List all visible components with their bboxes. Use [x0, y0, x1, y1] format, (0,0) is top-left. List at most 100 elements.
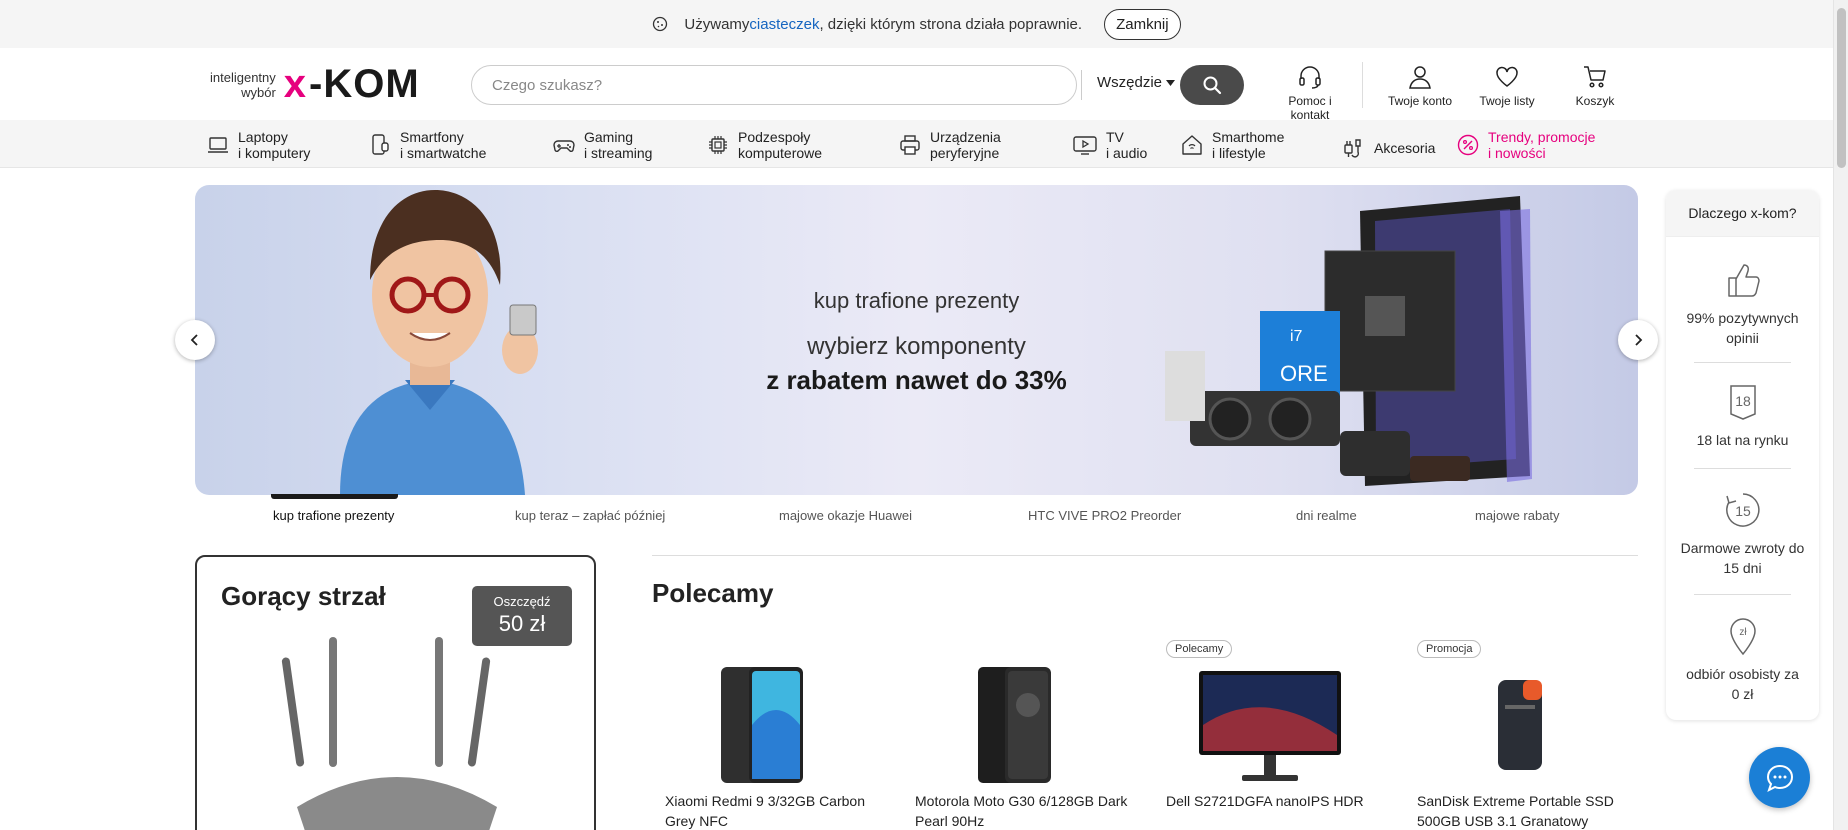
- product-image: [903, 665, 1133, 785]
- nav-item-smartphones[interactable]: Smartfony i smartwatche: [368, 129, 486, 161]
- category-nav: Laptopy i komputery Smartfony i smartwatch…: [0, 120, 1833, 168]
- nav-item-trends[interactable]: Trendy, promocje i nowości: [1456, 129, 1595, 161]
- logo[interactable]: inteligentny wybór x -KOM: [210, 62, 420, 107]
- why-item-text: 99% pozytywnych opinii: [1686, 310, 1799, 346]
- search-placeholder: Czego szukasz?: [492, 77, 603, 94]
- why-item: 15 Darmowe zwroty do 15 dni: [1666, 490, 1819, 578]
- badge-18-icon: 18: [1666, 382, 1819, 422]
- chat-bubble-icon: [1765, 763, 1795, 793]
- nav-item-peripherals[interactable]: Urządzenia peryferyjne: [898, 129, 1001, 161]
- banner-tab[interactable]: HTC VIVE PRO2 Preorder: [1028, 508, 1181, 523]
- cpu-icon: [706, 133, 738, 157]
- product-badge: Polecamy: [1166, 640, 1233, 658]
- logo-tagline: inteligentny wybór: [210, 70, 276, 100]
- banner-tab[interactable]: majowe okazje Huawei: [779, 508, 912, 523]
- gamepad-icon: [552, 133, 584, 157]
- search-button[interactable]: [1180, 65, 1244, 105]
- cookie-bar: Używamy ciasteczek, dzięki którym strona…: [0, 0, 1833, 48]
- search-scope-label: Wszędzie: [1097, 74, 1163, 91]
- logo-tagline-line2: wybór: [241, 84, 276, 100]
- nav-label: Akcesoria: [1374, 140, 1436, 156]
- printer-icon: [898, 133, 930, 157]
- page-scrollbar[interactable]: [1833, 0, 1848, 830]
- hero-prev-button[interactable]: [175, 320, 215, 360]
- cookie-close-button[interactable]: Zamknij: [1104, 8, 1181, 40]
- lists-link[interactable]: Twoje listy: [1467, 64, 1547, 108]
- search-input[interactable]: Czego szukasz?: [471, 65, 1077, 105]
- svg-text:zł: zł: [1739, 627, 1747, 638]
- cookie-link[interactable]: ciasteczek: [749, 16, 819, 33]
- svg-text:15: 15: [1735, 503, 1751, 519]
- cart-label: Koszyk: [1575, 94, 1615, 108]
- cart-link[interactable]: Koszyk: [1555, 64, 1635, 108]
- product-name: Xiaomi Redmi 9 3/32GB Carbon Grey NFC: [665, 793, 865, 829]
- logo-tagline-line1: inteligentny: [210, 69, 276, 85]
- nav-item-tv-audio[interactable]: TV i audio: [1072, 129, 1147, 161]
- recommended-title: Polecamy: [652, 578, 774, 608]
- hero-banner[interactable]: i7 ORE kup trafione prezenty wybierz kom…: [195, 185, 1638, 495]
- nav-sublabel: i audio: [1106, 145, 1148, 161]
- hot-shot-card[interactable]: Gorący strzał Oszczędź 50 zł: [195, 555, 596, 830]
- thumbs-up-icon: [1666, 260, 1819, 300]
- nav-sublabel: peryferyjne: [930, 145, 1000, 161]
- svg-text:18: 18: [1735, 393, 1751, 409]
- nav-item-smarthome[interactable]: Smarthome i lifestyle: [1180, 129, 1284, 161]
- product-image: [1154, 665, 1384, 785]
- laptop-icon: [206, 133, 238, 157]
- heart-icon: [1467, 64, 1547, 90]
- search-icon: [1202, 75, 1222, 95]
- nav-sublabel: komputerowe: [738, 145, 823, 161]
- banner-tab[interactable]: majowe rabaty: [1475, 508, 1560, 523]
- recommended-divider: [652, 555, 1638, 556]
- router-image: [277, 627, 517, 830]
- nav-label: Laptopy: [238, 129, 288, 145]
- hero-line1: kup trafione prezenty: [813, 288, 1020, 313]
- why-item: 99% pozytywnych opinii: [1666, 260, 1819, 348]
- cookie-text-after: , dzięki którym strona działa poprawnie.: [819, 15, 1083, 33]
- account-link[interactable]: Twoje konto: [1380, 64, 1460, 108]
- chevron-left-icon: [189, 333, 201, 347]
- nav-item-gaming[interactable]: Gaming i streaming: [552, 129, 652, 161]
- why-xkom-panel: Dlaczego x-kom? 99% pozytywnych opinii 1…: [1666, 190, 1819, 720]
- nav-item-laptops[interactable]: Laptopy i komputery: [206, 129, 310, 161]
- nav-sublabel: i smartwatche: [400, 145, 487, 161]
- user-icon: [1380, 64, 1460, 90]
- why-item-text: Darmowe zwroty do 15 dni: [1680, 540, 1805, 576]
- logo-rest: -KOM: [309, 62, 420, 106]
- cookie-text-before: Używamy: [684, 15, 750, 33]
- return-15-icon: 15: [1666, 490, 1819, 530]
- nav-label: Gaming: [584, 129, 634, 145]
- product-badge: Promocja: [1417, 640, 1482, 658]
- help-contact-label: Pomoc i kontakt: [1288, 94, 1332, 122]
- savings-label: Oszczędź: [493, 594, 551, 609]
- search-scope-select[interactable]: Wszędzie: [1097, 74, 1176, 91]
- active-tab-indicator: [271, 494, 398, 499]
- smartphone-icon: [368, 133, 400, 157]
- why-item-text: odbiór osobisty za 0 zł: [1686, 666, 1799, 702]
- why-item-text: 18 lat na rynku: [1696, 432, 1789, 448]
- help-contact-link[interactable]: Pomoc i kontakt: [1270, 64, 1350, 122]
- banner-tab[interactable]: kup trafione prezenty: [273, 508, 394, 523]
- header-divider: [1362, 62, 1363, 108]
- logo-wordmark: x -KOM: [284, 62, 420, 107]
- nav-label: TV: [1106, 129, 1124, 145]
- nav-item-accessories[interactable]: Akcesoria: [1342, 136, 1435, 160]
- cable-icon: [1342, 136, 1374, 160]
- why-divider: [1694, 362, 1791, 363]
- nav-item-components[interactable]: Podzespoły komputerowe: [706, 129, 822, 161]
- nav-label: Trendy, promocje: [1488, 129, 1596, 145]
- chat-button[interactable]: [1749, 747, 1810, 808]
- product-name: Dell S2721DGFA nanoIPS HDR: [1166, 793, 1364, 809]
- caret-down-icon: [1166, 79, 1176, 86]
- percent-icon: [1456, 133, 1488, 157]
- banner-tab[interactable]: kup teraz – zapłać później: [515, 508, 665, 523]
- site-header: inteligentny wybór x -KOM Czego szukasz? …: [0, 48, 1833, 122]
- scrollbar-thumb[interactable]: [1837, 8, 1846, 168]
- nav-label: Urządzenia: [930, 129, 1001, 145]
- product-image: [1405, 665, 1635, 785]
- hero-next-button[interactable]: [1618, 320, 1658, 360]
- product-name: SanDisk Extreme Portable SSD 500GB USB 3…: [1417, 793, 1614, 829]
- hot-shot-title: Gorący strzał: [221, 581, 386, 611]
- banner-tab[interactable]: dni realme: [1296, 508, 1357, 523]
- headset-icon: [1270, 64, 1350, 90]
